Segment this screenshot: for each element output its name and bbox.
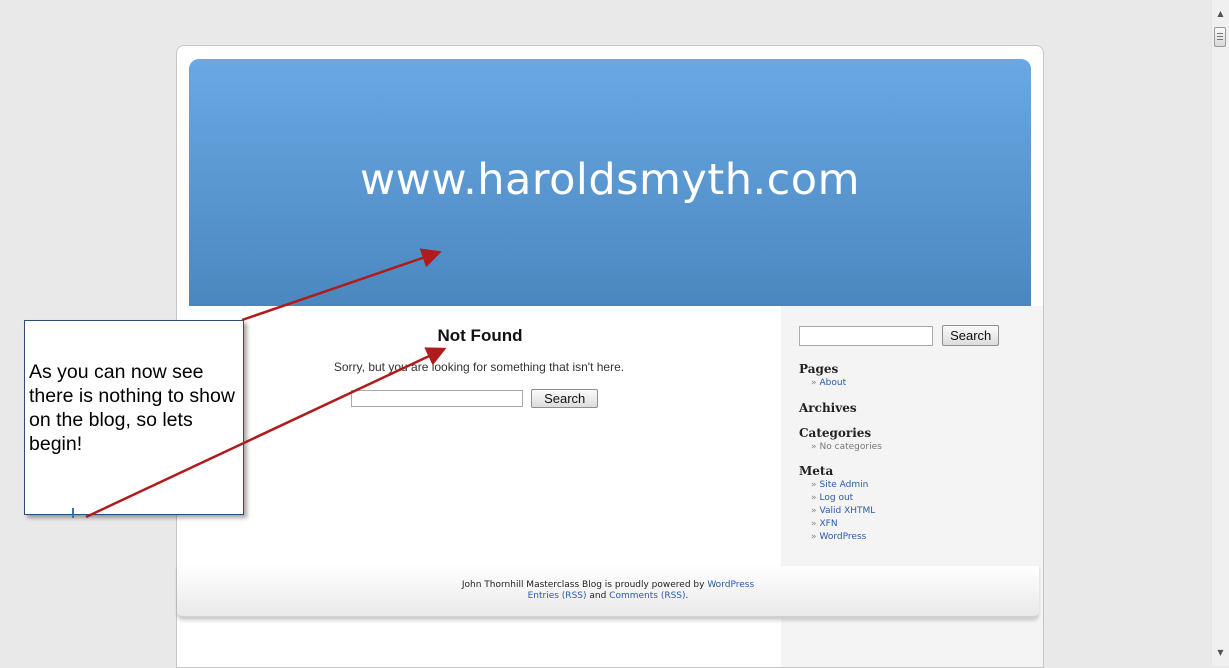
footer-and: and — [586, 591, 610, 601]
footer-period: . — [685, 591, 689, 601]
sidebar-link-site-admin[interactable]: » Site Admin — [811, 479, 1029, 492]
sidebar-link-xfn[interactable]: » XFN — [811, 518, 1029, 531]
sidebar-search-input[interactable] — [799, 325, 933, 346]
sidebar-heading-archives: Archives — [799, 401, 857, 415]
sidebar-link-valid-xhtml[interactable]: » Valid XHTML — [811, 505, 1029, 518]
not-found-message: Sorry, but you are looking for something… — [333, 360, 625, 374]
scroll-down-icon[interactable]: ▼ — [1212, 646, 1229, 660]
sidebar-categories-section: Categories » No categories — [799, 426, 1029, 454]
sidebar-heading-pages: Pages — [799, 362, 839, 376]
sidebar-search-form: Search — [799, 325, 1029, 346]
sidebar-meta-section: Meta » Site Admin » Log out » Valid XHTML »… — [799, 464, 1029, 544]
footer-entries-rss-link[interactable]: Entries (RSS) — [528, 591, 587, 601]
main-search-button[interactable]: Search — [531, 389, 599, 408]
blog-page: www.haroldsmyth.com Not Found Sorry, but… — [176, 45, 1044, 668]
bullet-icon: » — [811, 493, 817, 503]
footer-text: John Thornhill Masterclass Blog is proud… — [177, 580, 1039, 602]
main-search-input[interactable] — [351, 390, 523, 407]
site-footer: John Thornhill Masterclass Blog is proud… — [177, 566, 1039, 619]
bullet-icon: » — [811, 480, 817, 490]
annotation-callout-box: As you can now see there is nothing to s… — [24, 320, 244, 515]
callout-text: As you can now see there is nothing to s… — [29, 361, 235, 455]
sidebar-search-button[interactable]: Search — [942, 325, 1000, 346]
sidebar: Search Pages » About Archives Categories … — [799, 325, 1029, 544]
main-content: Not Found Sorry, but you are looking for… — [177, 326, 781, 408]
sidebar-archives-section: Archives — [799, 401, 1029, 415]
scroll-up-icon[interactable]: ▲ — [1212, 7, 1229, 21]
footer-powered-by: John Thornhill Masterclass Blog is proud… — [461, 580, 708, 590]
sidebar-pages-section: Pages » About — [799, 362, 1029, 390]
sidebar-link-log-out[interactable]: » Log out — [811, 492, 1029, 505]
sidebar-heading-categories: Categories — [799, 426, 872, 440]
sidebar-no-categories: » No categories — [811, 442, 882, 452]
main-search-form: Search — [351, 388, 599, 408]
bullet-icon: » — [811, 532, 817, 542]
bullet-icon: » — [811, 519, 817, 529]
sidebar-link-about[interactable]: » About — [811, 377, 1029, 390]
bullet-icon: » — [811, 442, 817, 452]
not-found-heading: Not Found — [437, 326, 523, 345]
site-title[interactable]: www.haroldsmyth.com — [189, 155, 1031, 205]
scrollbar-thumb[interactable] — [1214, 27, 1226, 47]
footer-wordpress-link[interactable]: WordPress — [707, 580, 754, 590]
sidebar-link-wordpress[interactable]: » WordPress — [811, 531, 1029, 544]
footer-comments-rss-link[interactable]: Comments (RSS) — [609, 591, 685, 601]
site-header: www.haroldsmyth.com — [189, 59, 1031, 306]
vertical-scrollbar[interactable]: ▲ ▼ — [1211, 0, 1229, 666]
bullet-icon: » — [811, 506, 817, 516]
bullet-icon: » — [811, 378, 817, 388]
sidebar-heading-meta: Meta — [799, 464, 834, 478]
